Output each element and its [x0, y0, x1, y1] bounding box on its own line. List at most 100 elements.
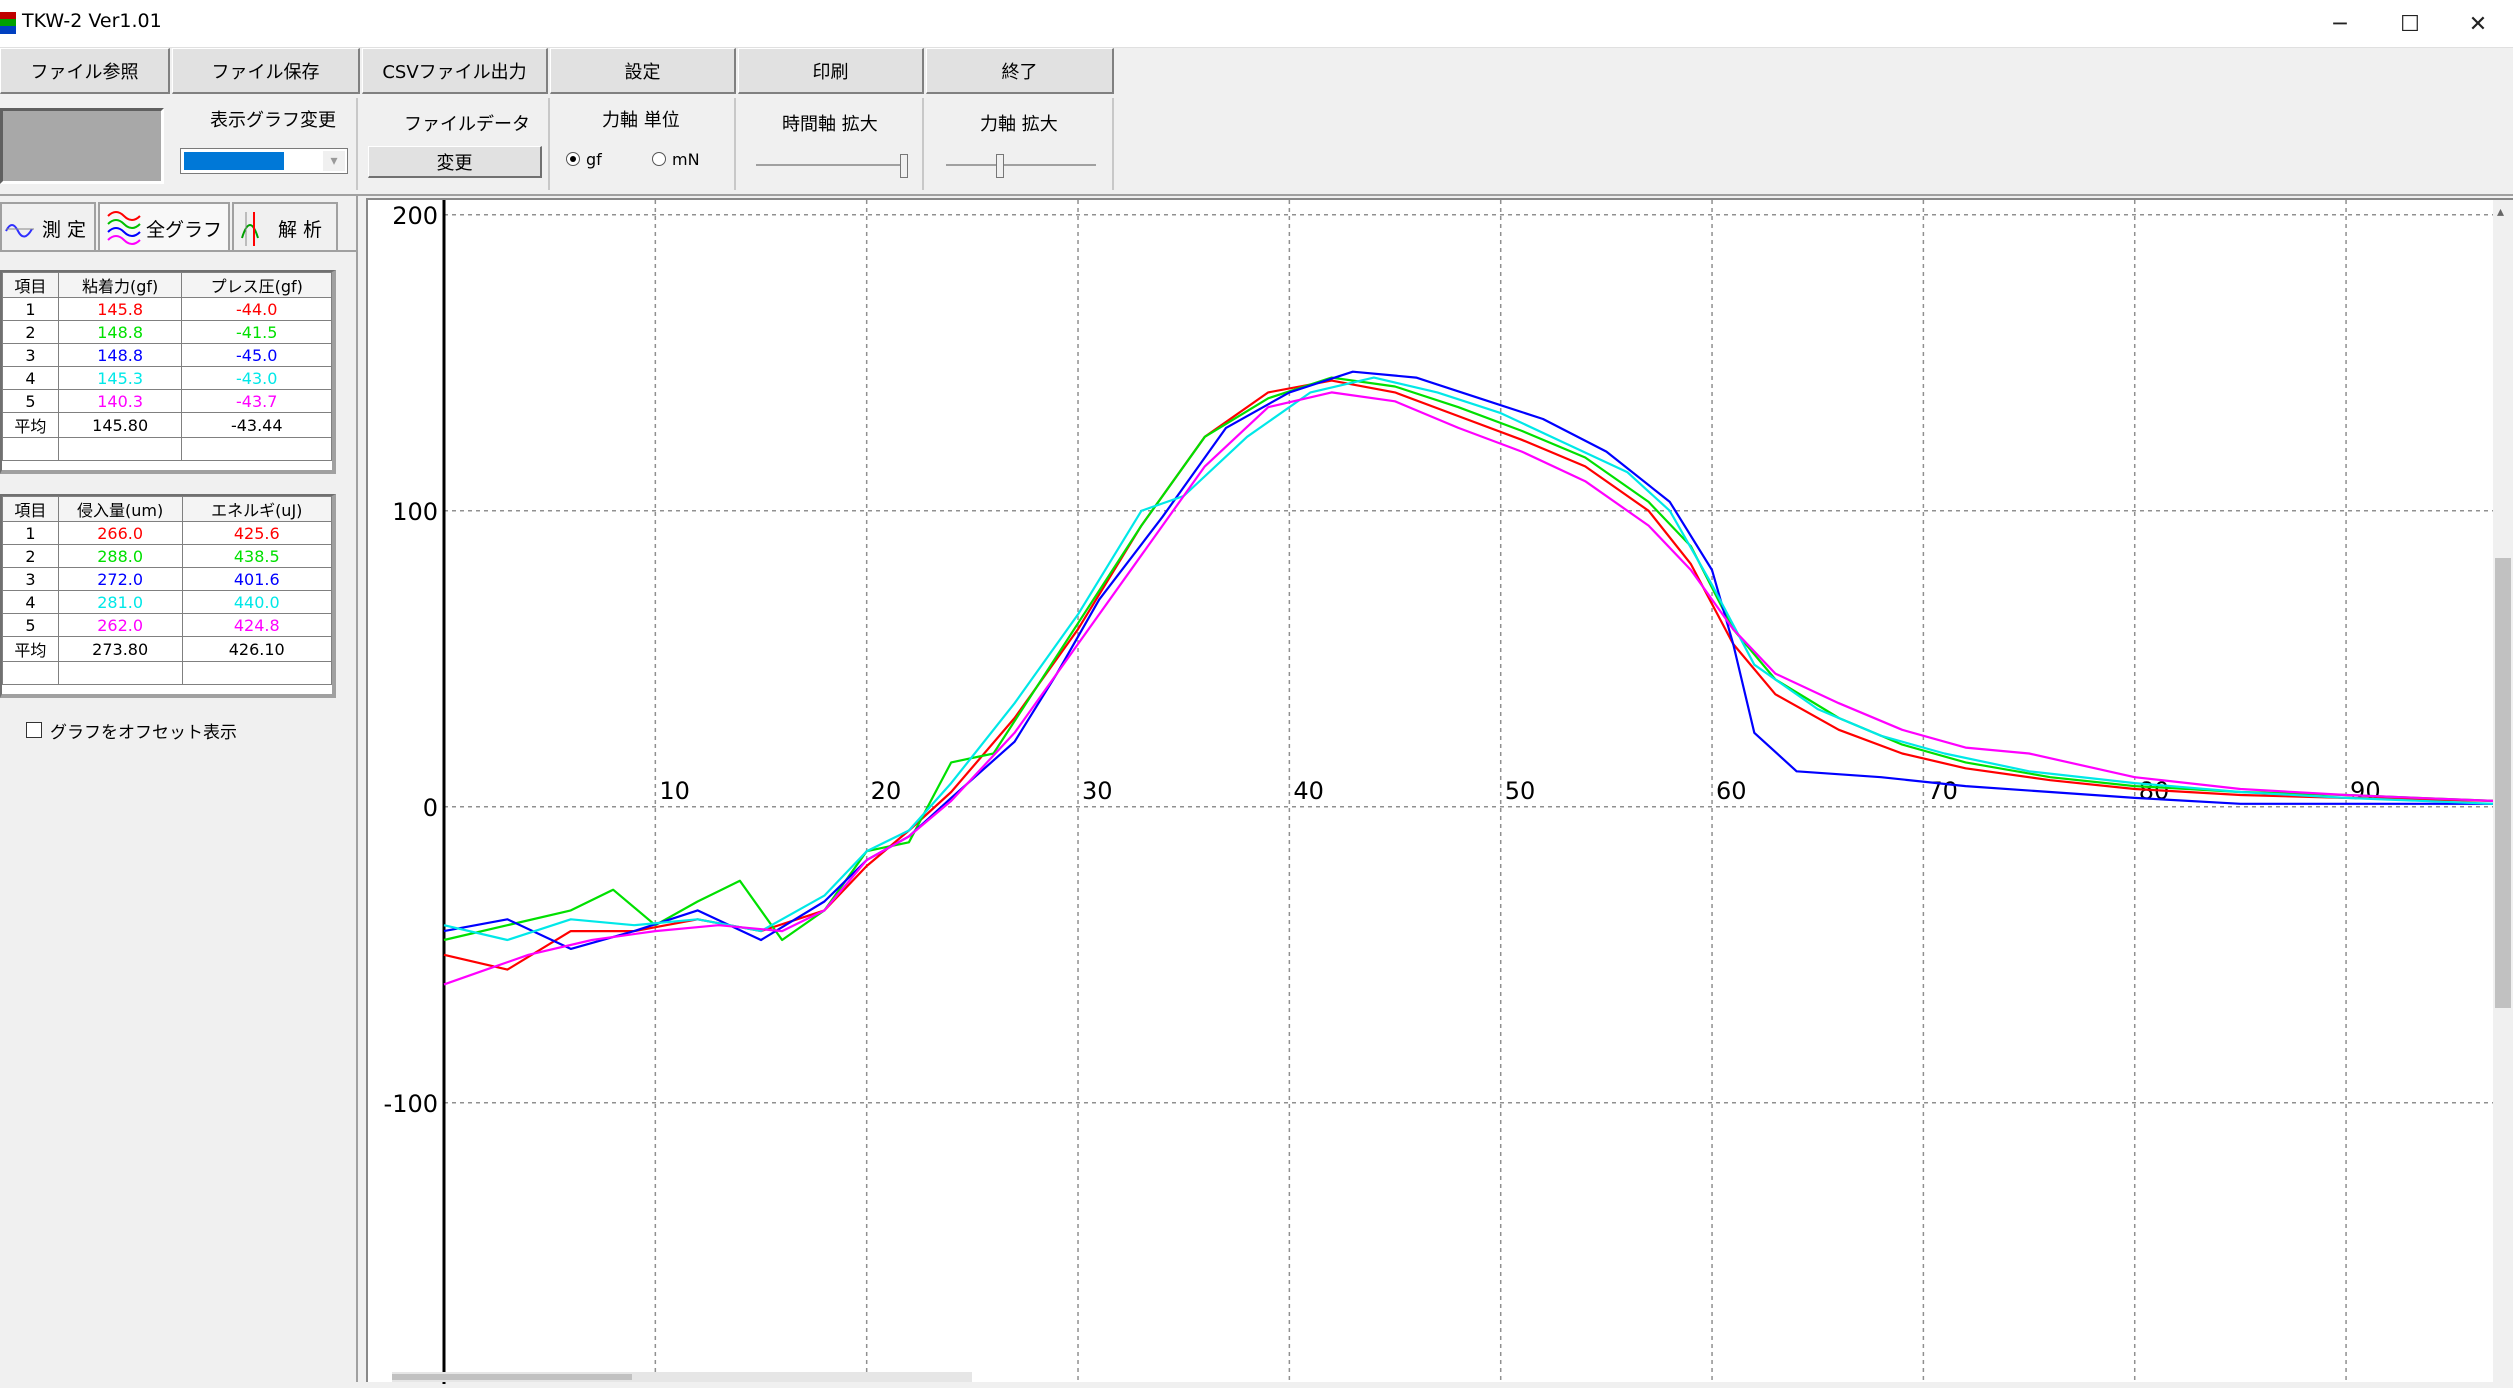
row-label: 5: [2, 613, 59, 637]
table-cell: -45.0: [181, 343, 332, 367]
table-row: 平均 273.80 426.10: [2, 636, 332, 662]
penetration-table-panel: 項目 侵入量(um) エネルギ(uJ) 1 266.0 425.6 2 288.0 438…: [0, 494, 336, 698]
y-tick-label: -100: [384, 1090, 438, 1118]
multi-wave-icon: [107, 211, 141, 245]
print-button[interactable]: 印刷: [738, 48, 924, 94]
row-label: 平均: [2, 636, 59, 662]
table-row: 1 266.0 425.6: [2, 521, 332, 545]
graph-select[interactable]: ▾: [180, 148, 348, 174]
time-zoom-slider-thumb[interactable]: [900, 154, 908, 178]
table-row: 4 281.0 440.0: [2, 590, 332, 614]
table-cell: 426.10: [181, 636, 332, 662]
x-tick-label: 90: [2350, 777, 2381, 805]
row-label: 1: [2, 521, 59, 545]
settings-button[interactable]: 設定: [550, 48, 736, 94]
table-cell: 266.0: [57, 521, 183, 545]
x-tick-label: 60: [1716, 777, 1747, 805]
column-header: プレス圧(gf): [181, 272, 332, 298]
table-row: 1 145.8 -44.0: [2, 297, 332, 321]
row-label: 1: [2, 297, 59, 321]
table-cell: 140.3: [57, 389, 183, 413]
table-cell: 438.5: [181, 544, 332, 568]
window-title: TKW-2 Ver1.01: [22, 10, 162, 32]
table-cell: 288.0: [57, 544, 183, 568]
adhesion-table-panel: 項目 粘着力(gf) プレス圧(gf) 1 145.8 -44.0 2 148.8 -41…: [0, 270, 336, 474]
analysis-icon: [241, 212, 259, 246]
horizontal-scrollbar[interactable]: [392, 1372, 972, 1382]
penetration-table: 項目 侵入量(um) エネルギ(uJ) 1 266.0 425.6 2 288.0 438…: [2, 496, 332, 685]
table-cell: 145.3: [57, 366, 183, 390]
row-label: 平均: [2, 412, 59, 438]
table-header-row: 項目 侵入量(um) エネルギ(uJ): [2, 496, 332, 522]
close-button[interactable]: ✕: [2443, 0, 2513, 48]
table-cell: -43.0: [181, 366, 332, 390]
minimize-button[interactable]: ─: [2305, 0, 2375, 48]
csv-export-button[interactable]: CSVファイル出力: [362, 48, 548, 94]
table-cell: 440.0: [181, 590, 332, 614]
y-tick-label: 200: [392, 202, 438, 230]
table-row: [2, 437, 332, 461]
exit-button[interactable]: 終了: [926, 48, 1114, 94]
file-data-group: ファイルデータ 変更: [362, 98, 550, 190]
table-cell: 425.6: [181, 521, 332, 545]
table-cell: 401.6: [181, 567, 332, 591]
series-line-1: [443, 379, 2495, 971]
x-tick-label: 50: [1505, 777, 1536, 805]
force-time-chart: 10 20 30 40 50 60 70 80 902001000-100: [384, 200, 2495, 1384]
tab-all-graphs[interactable]: 全グラフ: [98, 202, 230, 252]
table-row: 3 272.0 401.6: [2, 567, 332, 591]
change-button[interactable]: 変更: [368, 146, 542, 178]
offset-checkbox[interactable]: [26, 722, 42, 738]
horizontal-scrollbar-thumb[interactable]: [392, 1374, 632, 1380]
table-cell: 281.0: [57, 590, 183, 614]
graph-change-group: 表示グラフ変更 ▾: [168, 98, 358, 190]
force-zoom-track[interactable]: [946, 164, 1096, 166]
scroll-up-icon[interactable]: ▴: [2497, 204, 2504, 220]
table-cell: 424.8: [181, 613, 332, 637]
row-label: 4: [2, 366, 59, 390]
table-cell: -41.5: [181, 320, 332, 344]
tab-measure[interactable]: 測 定: [0, 202, 96, 252]
unit-mn-radio[interactable]: [652, 152, 666, 166]
table-cell: 272.0: [57, 567, 183, 591]
force-unit-label: 力軸 単位: [602, 110, 680, 131]
row-label: 4: [2, 590, 59, 614]
table-cell: 148.8: [57, 343, 183, 367]
table-row: 2 288.0 438.5: [2, 544, 332, 568]
series-line-3: [443, 370, 2494, 950]
table-cell: 273.80: [57, 636, 183, 662]
table-row: 2 148.8 -41.5: [2, 320, 332, 344]
x-tick-label: 10: [659, 777, 690, 805]
vertical-scrollbar[interactable]: ▴: [2493, 200, 2513, 1384]
unit-gf-radio[interactable]: [566, 152, 580, 166]
graph-select-value: [184, 152, 284, 170]
title-bar: TKW-2 Ver1.01 ─ ☐ ✕: [0, 0, 2513, 48]
divider: [0, 194, 2513, 196]
x-tick-label: 20: [871, 777, 902, 805]
panel-divider: [356, 196, 358, 1382]
radio-dot: [570, 156, 576, 162]
file-save-button[interactable]: ファイル保存: [172, 48, 360, 94]
scrollbar-thumb[interactable]: [2495, 558, 2511, 1008]
column-header: 粘着力(gf): [57, 272, 183, 298]
maximize-button[interactable]: ☐: [2375, 0, 2445, 48]
wave-icon: [5, 224, 34, 238]
time-zoom-track[interactable]: [756, 164, 908, 166]
tab-analysis[interactable]: 解 析: [232, 202, 338, 252]
tab-analysis-label: 解 析: [278, 218, 323, 241]
unit-gf-label: gf: [586, 150, 602, 169]
table-row: 平均 145.80 -43.44: [2, 412, 332, 438]
table-row: 4 145.3 -43.0: [2, 366, 332, 390]
file-browse-button[interactable]: ファイル参照: [0, 48, 170, 94]
unit-mn-label: mN: [672, 150, 700, 169]
chart-area: 10 20 30 40 50 60 70 80 90 200 100 0 -100 ▴: [366, 198, 2513, 1384]
row-label: 3: [2, 343, 59, 367]
table-cell: 145.8: [57, 297, 183, 321]
time-zoom-group: 時間軸 拡大: [738, 98, 924, 190]
offset-checkbox-label: グラフをオフセット表示: [50, 723, 237, 743]
table-cell: 262.0: [57, 613, 183, 637]
chevron-down-icon[interactable]: ▾: [323, 151, 345, 171]
force-zoom-slider-thumb[interactable]: [995, 154, 1004, 178]
tab-measure-label: 測 定: [42, 218, 87, 241]
graph-change-label: 表示グラフ変更: [210, 110, 336, 131]
